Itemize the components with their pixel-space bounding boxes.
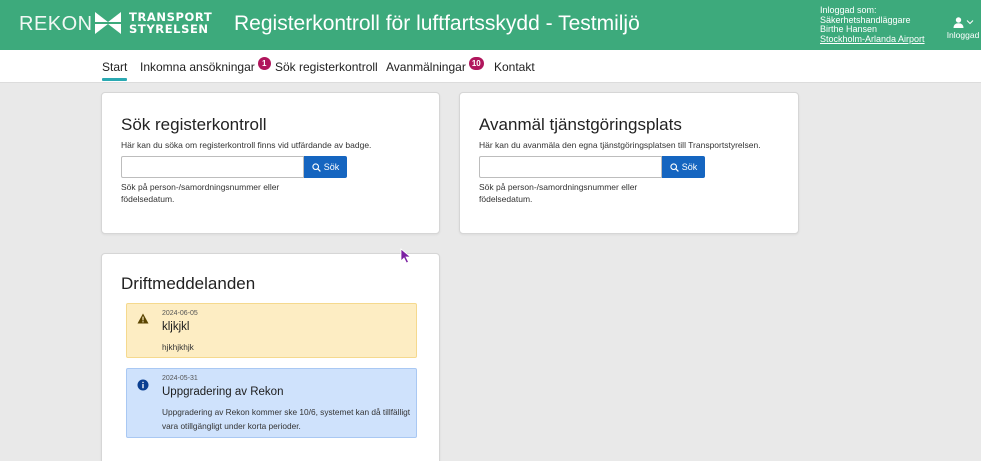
deregister-hint: Sök på person-/samordningsnummer eller f…	[479, 182, 638, 204]
main-nav: Start Inkomna ansökningar 1 Sök register…	[0, 50, 981, 83]
search-card-description: Här kan du söka om registerkontroll finn…	[121, 140, 372, 150]
message-text: Uppgradering av Rekon kommer ske 10/6, s…	[162, 407, 411, 431]
chevron-down-icon	[966, 20, 973, 25]
logo-line-2: STYRELSEN	[129, 22, 209, 36]
deregister-card-description: Här kan du avanmäla den egna tjänstgörin…	[479, 140, 761, 150]
app-header: REKON TRANSPORT STYRELSEN Registerkontro…	[0, 0, 981, 50]
message-date: 2024-06-05	[162, 310, 198, 317]
message-text: hjkhjkhjk	[162, 342, 194, 352]
nav-search-register[interactable]: Sök registerkontroll	[275, 60, 378, 74]
login-info: Inloggad som: Säkerhetshandläggare Birth…	[820, 5, 925, 45]
nav-deregistrations[interactable]: Avanmälningar 10	[386, 56, 484, 74]
deregistrations-count-badge: 10	[468, 56, 484, 70]
message-title: kljkjkl	[162, 321, 190, 333]
deregister-search-input[interactable]	[479, 156, 662, 178]
logo-mark-icon	[95, 12, 121, 34]
operations-message-info: 2024-05-31 Uppgradering av Rekon Uppgrad…	[126, 368, 417, 438]
search-register-card: Sök registerkontroll Här kan du söka om …	[101, 92, 440, 234]
deregister-search-button[interactable]: Sök	[662, 156, 705, 178]
message-date: 2024-05-31	[162, 375, 198, 382]
nav-start-label: Start	[102, 60, 128, 74]
search-register-button[interactable]: Sök	[304, 156, 347, 178]
mouse-cursor-icon	[400, 248, 412, 264]
search-icon	[312, 162, 321, 172]
deregister-button-label: Sök	[681, 162, 698, 172]
incoming-count-badge: 1	[257, 56, 271, 70]
warning-icon	[137, 313, 149, 324]
deregister-card-title: Avanmäl tjänstgöringsplats	[479, 115, 682, 134]
search-button-label: Sök	[323, 162, 340, 172]
organization-link[interactable]: Stockholm-Arlanda Airport	[820, 34, 925, 45]
nav-incoming-label: Inkomna ansökningar	[140, 60, 255, 74]
nav-start[interactable]: Start	[102, 60, 128, 81]
nav-incoming-applications[interactable]: Inkomna ansökningar 1	[140, 56, 271, 74]
operations-messages-card: Driftmeddelanden 2024-06-05 kljkjkl hjkh…	[101, 253, 440, 461]
search-hint: Sök på person-/samordningsnummer eller f…	[121, 182, 280, 204]
search-register-input[interactable]	[121, 156, 304, 178]
deregister-workplace-card: Avanmäl tjänstgöringsplats Här kan du av…	[459, 92, 799, 234]
page-title: Registerkontroll för luftfartsskydd - Te…	[234, 12, 640, 35]
info-icon	[137, 379, 149, 391]
user-icon	[953, 16, 963, 28]
nav-search-label: Sök registerkontroll	[275, 60, 378, 74]
nav-contact[interactable]: Kontakt	[494, 60, 535, 74]
app-short-name[interactable]: REKON	[19, 13, 93, 36]
search-card-title: Sök registerkontroll	[121, 115, 267, 134]
nav-deregistrations-label: Avanmälningar	[386, 60, 466, 74]
operations-card-title: Driftmeddelanden	[121, 274, 256, 293]
operations-message-warning: 2024-06-05 kljkjkl hjkhjkhjk	[126, 303, 417, 358]
user-menu-label: Inloggad	[946, 30, 980, 40]
message-title: Uppgradering av Rekon	[162, 386, 284, 398]
user-menu-button[interactable]: Inloggad	[943, 14, 981, 40]
nav-contact-label: Kontakt	[494, 60, 535, 74]
transportstyrelsen-logo[interactable]: TRANSPORT STYRELSEN	[95, 11, 212, 35]
search-icon	[670, 162, 679, 172]
